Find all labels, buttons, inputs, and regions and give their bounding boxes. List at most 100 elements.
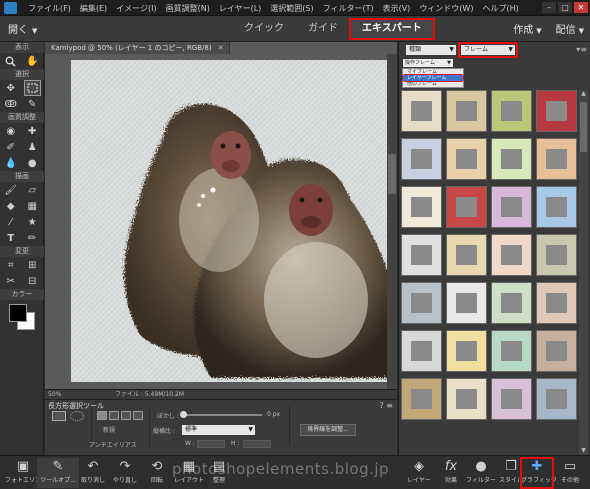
- frame-thumbnail[interactable]: [401, 90, 442, 132]
- create-button[interactable]: 作成 ▼: [513, 21, 541, 36]
- panel-scrollbar[interactable]: ▲ ▼: [579, 90, 588, 455]
- lasso-tool-icon[interactable]: ↂ: [3, 97, 18, 111]
- menu-select[interactable]: 選択範囲(S): [270, 3, 313, 14]
- frame-thumbnail[interactable]: [446, 378, 487, 420]
- open-button[interactable]: 開く ▼: [8, 21, 37, 36]
- elliptical-marquee-option[interactable]: [70, 411, 84, 421]
- close-icon[interactable]: ✕: [218, 44, 224, 52]
- foreground-color-swatch[interactable]: [9, 304, 27, 322]
- new-selection-icon[interactable]: [97, 411, 107, 420]
- document-tab[interactable]: Kamiypod @ 50% (レイヤー 1 のコピー, RGB/8) ✕: [45, 42, 231, 54]
- canvas-scrollbar[interactable]: [387, 54, 397, 389]
- height-field[interactable]: [243, 440, 271, 448]
- frame-thumbnail[interactable]: [491, 330, 532, 372]
- frame-thumbnail[interactable]: [536, 186, 577, 228]
- pencil-tool-icon[interactable]: ✏: [25, 231, 40, 245]
- menu-enhance[interactable]: 画質調整(N): [166, 3, 210, 14]
- frame-thumbnail[interactable]: [491, 378, 532, 420]
- panel-scroll-thumb[interactable]: [580, 102, 587, 152]
- menu-file[interactable]: ファイル(F): [28, 3, 71, 14]
- frame-thumbnail[interactable]: [446, 90, 487, 132]
- clone-stamp-tool-icon[interactable]: ♟: [25, 140, 40, 154]
- straighten-tool-icon[interactable]: ⊟: [25, 274, 40, 288]
- minimize-button[interactable]: –: [542, 2, 556, 13]
- frame-thumbnail[interactable]: [536, 282, 577, 324]
- frame-thumbnail[interactable]: [536, 330, 577, 372]
- spot-healing-tool-icon[interactable]: ✚: [25, 124, 40, 138]
- add-selection-icon[interactable]: [109, 411, 119, 420]
- frame-thumbnail[interactable]: [536, 234, 577, 276]
- paint-bucket-tool-icon[interactable]: ◆: [3, 199, 18, 213]
- frame-thumbnail[interactable]: [446, 282, 487, 324]
- frame-thumbnail[interactable]: [536, 90, 577, 132]
- crop-tool-icon[interactable]: ⌗: [3, 258, 18, 272]
- tab-expert[interactable]: エキスパート: [349, 18, 435, 40]
- frame-thumbnail[interactable]: [491, 138, 532, 180]
- more-button[interactable]: ▭ その他: [552, 458, 588, 488]
- gradient-tool-icon[interactable]: ▦: [25, 199, 40, 213]
- eye-tool-icon[interactable]: ◉: [3, 124, 18, 138]
- menu-view[interactable]: 表示(V): [383, 3, 411, 14]
- frame-thumbnail[interactable]: [491, 90, 532, 132]
- width-field[interactable]: [197, 440, 225, 448]
- menu-edit[interactable]: 編集(E): [80, 3, 107, 14]
- frame-thumbnail[interactable]: [446, 234, 487, 276]
- frame-thumbnail[interactable]: [446, 186, 487, 228]
- frame-thumbnail[interactable]: [491, 282, 532, 324]
- frame-thumbnail[interactable]: [446, 330, 487, 372]
- menu-window[interactable]: ウィンドウ(W): [419, 3, 473, 14]
- scroll-up-icon[interactable]: ▲: [579, 90, 588, 98]
- image-canvas[interactable]: [71, 60, 393, 382]
- custom-shape-tool-icon[interactable]: ★: [25, 215, 40, 229]
- intersect-selection-icon[interactable]: [133, 411, 143, 420]
- frame-thumbnail[interactable]: [491, 186, 532, 228]
- frame-thumbnail[interactable]: [491, 234, 532, 276]
- frame-thumbnail[interactable]: [401, 138, 442, 180]
- menu-icon[interactable]: ≡: [386, 401, 393, 410]
- menu-layer[interactable]: レイヤー(L): [219, 3, 261, 14]
- aspect-ratio-select[interactable]: 標準 ▼: [182, 425, 255, 435]
- close-button[interactable]: ✕: [574, 2, 588, 13]
- frame-thumbnail[interactable]: [536, 138, 577, 180]
- frame-thumbnail[interactable]: [401, 330, 442, 372]
- graphics-button[interactable]: ✚ グラフィック: [520, 457, 557, 489]
- sponge-tool-icon[interactable]: ●: [25, 156, 40, 170]
- content-aware-move-tool-icon[interactable]: ✂: [3, 274, 18, 288]
- smart-brush-tool-icon[interactable]: ✐: [3, 140, 18, 154]
- refine-edge-button[interactable]: 境界線を調整...: [300, 424, 356, 436]
- rect-marquee-option[interactable]: [52, 411, 66, 421]
- quick-selection-tool-icon[interactable]: ✎: [25, 97, 40, 111]
- frame-thumbnail[interactable]: [401, 282, 442, 324]
- frame-thumbnail[interactable]: [536, 378, 577, 420]
- frame-thumbnail[interactable]: [401, 186, 442, 228]
- move-tool-icon[interactable]: ✥: [3, 81, 18, 95]
- scroll-thumb[interactable]: [388, 154, 396, 194]
- tab-guided[interactable]: ガイド: [296, 19, 350, 39]
- frame-thumbnail[interactable]: [446, 138, 487, 180]
- anti-alias-label[interactable]: アンチエイリアス: [89, 440, 137, 449]
- feather-slider-knob[interactable]: [180, 411, 187, 418]
- type-tool-icon[interactable]: T: [3, 231, 18, 245]
- rect-marquee-tool-icon[interactable]: [23, 80, 41, 96]
- frame-thumbnail[interactable]: [401, 234, 442, 276]
- help-icon[interactable]: ?: [380, 401, 384, 410]
- menu-image[interactable]: イメージ(I): [116, 3, 156, 14]
- share-button[interactable]: 配信 ▼: [556, 21, 584, 36]
- hand-tool-icon[interactable]: ✋: [25, 54, 40, 68]
- blur-tool-icon[interactable]: 💧: [3, 156, 18, 170]
- panel-menu-icon[interactable]: ▾≡: [576, 45, 587, 54]
- brush-tool-icon[interactable]: 🖌: [3, 183, 18, 197]
- tab-quick[interactable]: クイック: [232, 19, 296, 39]
- popup-item[interactable]: 他のフレーム: [403, 81, 463, 87]
- recompose-tool-icon[interactable]: ⊞: [25, 258, 40, 272]
- zoom-tool-icon[interactable]: [3, 54, 18, 68]
- eyedropper-tool-icon[interactable]: ⁄: [3, 215, 18, 229]
- scroll-down-icon[interactable]: ▼: [579, 447, 588, 455]
- frame-thumbnail[interactable]: [401, 378, 442, 420]
- maximize-button[interactable]: □: [558, 2, 572, 13]
- frame-list-select[interactable]: 操作フレーム ▼: [403, 59, 453, 67]
- category-select[interactable]: 種類 ▼: [406, 45, 456, 55]
- menu-filter[interactable]: フィルター(T): [323, 3, 374, 14]
- frame-type-select[interactable]: フレーム ▼: [458, 42, 518, 58]
- menu-help[interactable]: ヘルプ(H): [482, 3, 518, 14]
